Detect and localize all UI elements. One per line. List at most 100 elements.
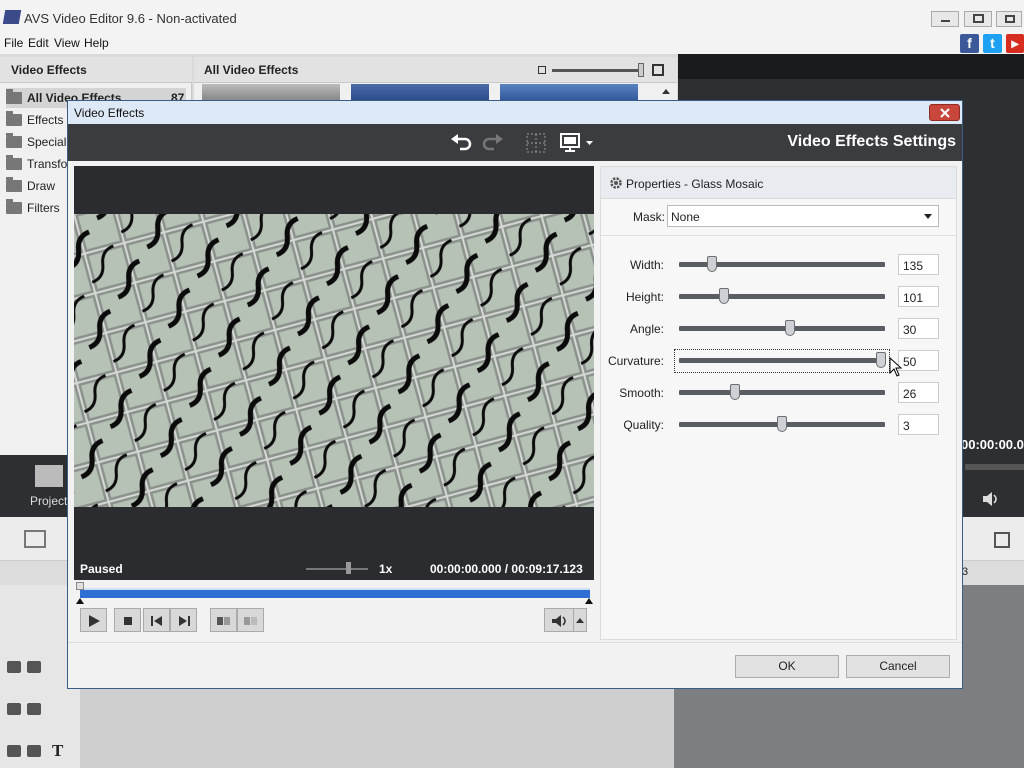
smooth-slider-thumb[interactable] xyxy=(729,384,740,400)
param-label: Angle: xyxy=(629,322,664,336)
app-title: AVS Video Editor 9.6 - Non-activated xyxy=(24,11,237,26)
curvature-slider[interactable] xyxy=(679,358,885,363)
param-label: Smooth: xyxy=(619,386,664,400)
volume-icon[interactable] xyxy=(981,491,1001,507)
divider xyxy=(601,235,956,236)
eye-icon[interactable] xyxy=(7,661,21,673)
thumbnail-size-slider[interactable] xyxy=(552,69,644,72)
dialog-title: Video Effects xyxy=(74,106,145,120)
folder-icon xyxy=(6,199,22,214)
menu-file[interactable]: File xyxy=(4,36,23,50)
tree-item-label: Effects xyxy=(27,113,64,127)
menu-view[interactable]: View xyxy=(54,36,80,50)
seek-start-marker xyxy=(76,598,84,604)
cancel-button[interactable]: Cancel xyxy=(846,655,950,678)
full-view-icon xyxy=(244,617,257,625)
clapperboard-icon[interactable] xyxy=(35,465,63,487)
main-preview-time: 00:00:00.000 xyxy=(961,437,1024,452)
storyboard-icon[interactable] xyxy=(24,530,46,548)
project-label: Project xyxy=(30,494,68,508)
monitor-icon[interactable] xyxy=(560,133,596,153)
menu-help[interactable]: Help xyxy=(84,36,109,50)
fit-timeline-icon[interactable] xyxy=(994,532,1010,548)
lock-icon[interactable] xyxy=(27,703,41,715)
angle-slider[interactable] xyxy=(679,326,885,331)
curvature-slider-thumb[interactable] xyxy=(875,352,886,368)
param-width: Width: 135 xyxy=(601,253,956,277)
dialog-close-button[interactable] xyxy=(929,104,960,121)
small-thumbnails-icon[interactable] xyxy=(538,66,546,74)
close-window-button[interactable] xyxy=(996,11,1022,27)
large-thumbnails-icon[interactable] xyxy=(652,64,664,76)
mask-label: Mask: xyxy=(633,210,666,224)
previous-icon xyxy=(151,616,162,626)
mouse-cursor-icon xyxy=(889,357,903,377)
mask-dropdown[interactable]: None xyxy=(667,205,939,227)
seek-bar[interactable] xyxy=(80,588,590,598)
height-value-field[interactable]: 101 xyxy=(898,286,939,307)
menu-bar: File Edit View Help f t ▸ xyxy=(0,34,1024,54)
play-button[interactable] xyxy=(80,608,107,632)
param-label: Height: xyxy=(625,290,664,304)
panel-header: All Video Effects xyxy=(194,57,677,83)
full-view-button[interactable] xyxy=(237,608,264,632)
height-slider[interactable] xyxy=(679,294,885,299)
param-angle: Angle: 30 xyxy=(601,317,956,341)
folder-icon xyxy=(6,133,22,148)
redo-icon[interactable] xyxy=(482,133,504,151)
split-view-button[interactable] xyxy=(210,608,237,632)
curvature-value-field[interactable]: 50 xyxy=(898,350,939,371)
tree-item-label: Draw xyxy=(27,179,56,193)
twitter-icon[interactable]: t xyxy=(983,34,1002,53)
tree-item-label: Special xyxy=(27,135,67,149)
undo-icon[interactable] xyxy=(450,133,472,151)
eye-icon[interactable] xyxy=(7,745,21,757)
width-value-field[interactable]: 135 xyxy=(898,254,939,275)
playback-status: Paused xyxy=(80,562,123,576)
grid-icon[interactable] xyxy=(526,133,546,153)
youtube-icon[interactable]: ▸ xyxy=(1006,34,1024,53)
main-preview-seekbar[interactable] xyxy=(965,464,1024,470)
quality-value-field[interactable]: 3 xyxy=(898,414,939,435)
volume-popup-button[interactable] xyxy=(573,608,587,632)
slider-thumb[interactable] xyxy=(638,63,644,77)
effect-thumbnail[interactable] xyxy=(351,84,489,100)
scroll-up-icon[interactable] xyxy=(662,89,670,94)
angle-slider-thumb[interactable] xyxy=(785,320,796,336)
panel-header: Video Effects xyxy=(0,57,192,83)
previous-frame-button[interactable] xyxy=(143,608,170,632)
eye-icon[interactable] xyxy=(7,703,21,715)
width-slider-thumb[interactable] xyxy=(706,256,717,272)
effect-preview: Paused 1x 00:00:00.000 / 00:09:17.123 xyxy=(74,166,594,580)
lock-icon[interactable] xyxy=(27,661,41,673)
volume-button[interactable] xyxy=(544,608,574,632)
quality-slider-thumb[interactable] xyxy=(777,416,787,432)
speed-slider-thumb[interactable] xyxy=(346,562,351,574)
menu-edit[interactable]: Edit xyxy=(28,36,49,50)
next-frame-button[interactable] xyxy=(170,608,197,632)
maximize-button[interactable] xyxy=(964,11,992,27)
effect-thumbnail[interactable] xyxy=(500,84,638,100)
mask-value: None xyxy=(671,210,700,224)
stop-button[interactable] xyxy=(114,608,141,632)
video-effects-dialog: Video Effects Video Effects Settings Pau… xyxy=(67,100,963,689)
height-slider-thumb[interactable] xyxy=(719,288,730,304)
effect-thumbnail[interactable] xyxy=(202,84,340,100)
facebook-icon[interactable]: f xyxy=(960,34,979,53)
gear-icon xyxy=(610,177,622,189)
seek-handle[interactable] xyxy=(76,582,84,590)
param-quality: Quality: 3 xyxy=(601,413,956,437)
folder-icon xyxy=(6,89,22,104)
ok-button[interactable]: OK xyxy=(735,655,839,678)
folder-icon xyxy=(6,111,22,126)
dialog-toolbar: Video Effects Settings xyxy=(68,124,962,161)
minimize-button[interactable] xyxy=(931,11,959,27)
angle-value-field[interactable]: 30 xyxy=(898,318,939,339)
smooth-slider[interactable] xyxy=(679,390,885,395)
stop-icon xyxy=(124,617,132,625)
lock-icon[interactable] xyxy=(27,745,41,757)
dialog-footer: OK Cancel xyxy=(68,642,962,688)
smooth-value-field[interactable]: 26 xyxy=(898,382,939,403)
preview-header xyxy=(678,54,1024,79)
speed-slider[interactable] xyxy=(306,568,368,570)
